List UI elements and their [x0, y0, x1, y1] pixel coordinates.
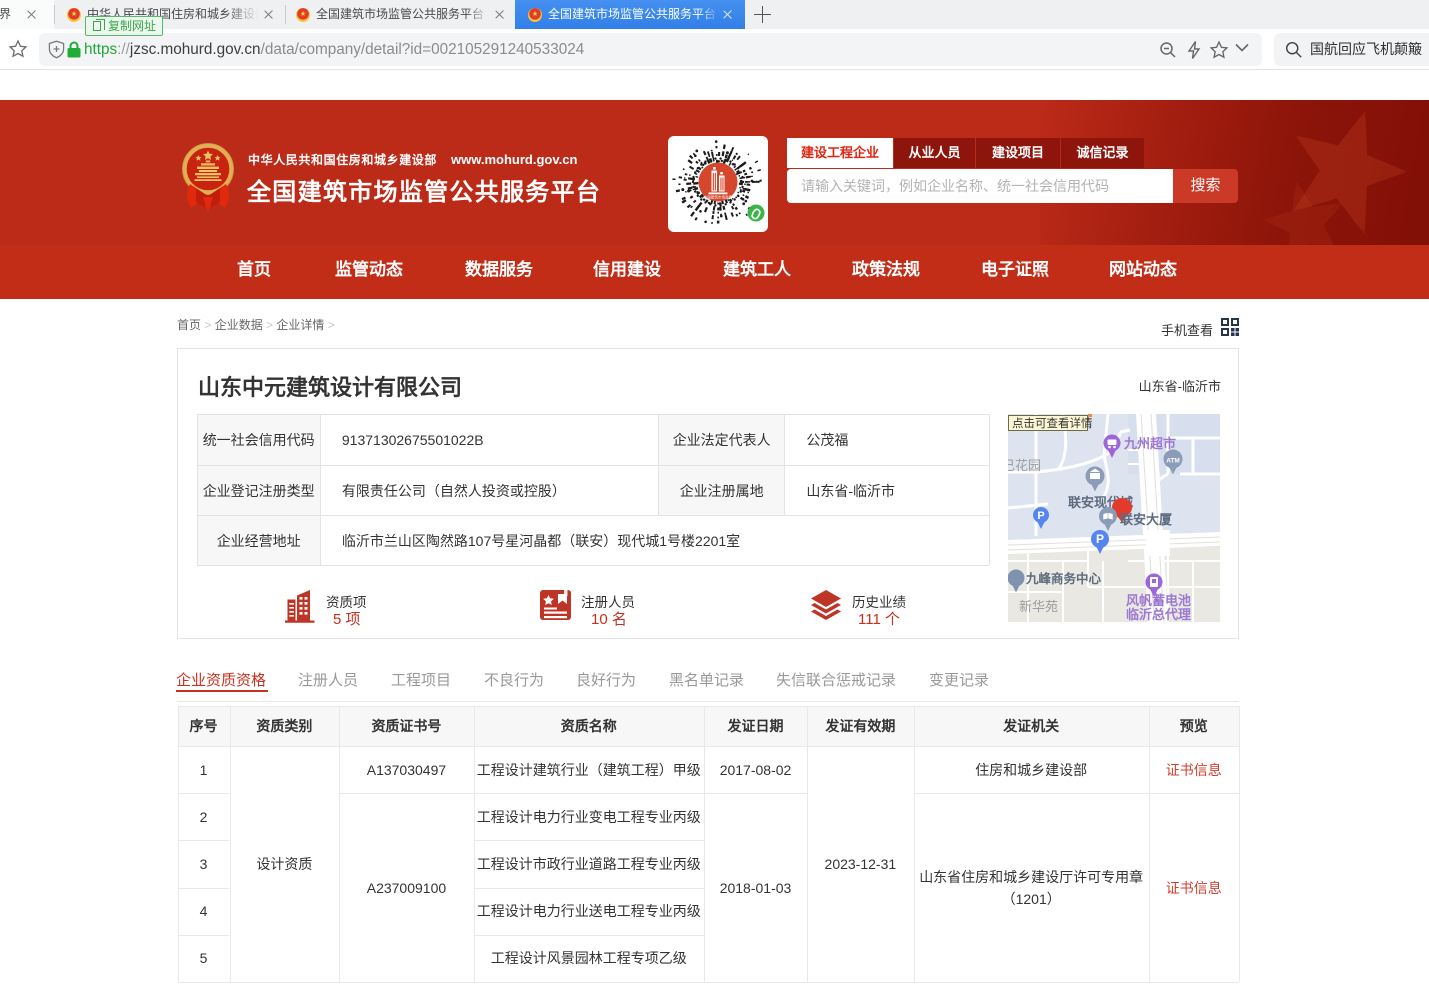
svg-text:P: P: [1037, 510, 1044, 522]
svg-text:九州超市: 九州超市: [1123, 436, 1176, 451]
svg-text:P: P: [1096, 532, 1104, 546]
svg-text:联安大厦: 联安大厦: [1120, 512, 1173, 527]
svg-text:己花园: 己花园: [1008, 458, 1041, 473]
svg-text:风帆蓄电池: 风帆蓄电池: [1126, 593, 1191, 608]
svg-text:新华苑: 新华苑: [1019, 599, 1058, 614]
svg-text:九峰商务中心: 九峰商务中心: [1025, 571, 1102, 586]
svg-text:全国建筑市场监管: 全国建筑市场监管: [704, 195, 733, 200]
svg-text:ATM: ATM: [1166, 458, 1180, 465]
svg-text:点击可查看详情: 点击可查看详情: [1012, 416, 1093, 430]
svg-text:临沂总代理: 临沂总代理: [1126, 607, 1191, 622]
